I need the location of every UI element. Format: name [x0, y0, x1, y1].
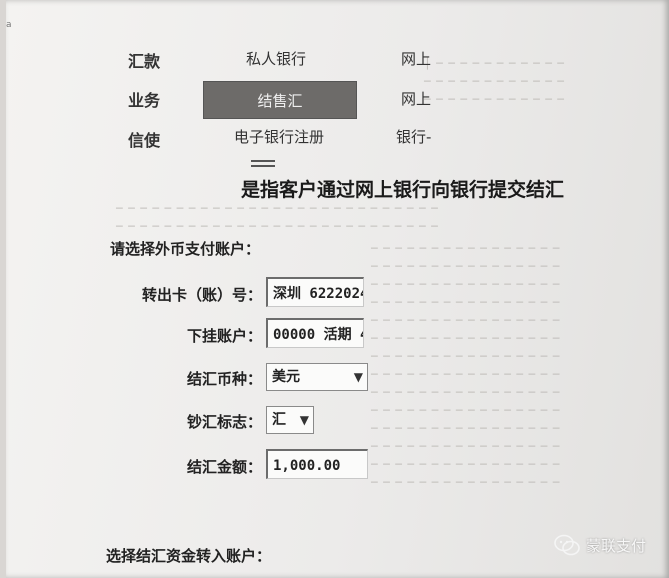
currency-label: 结汇币种： — [186, 370, 262, 388]
destination-account-title: 选择结汇资金转入账户： — [106, 547, 272, 565]
cash-flag-label: 钞汇标志： — [186, 413, 262, 431]
description-headline: 是指客户通过网上银行向银行提交结汇 — [241, 179, 565, 201]
nav-item-fx-settlement[interactable]: 结售汇 — [203, 81, 357, 119]
chevron-down-icon[interactable]: ▼ — [300, 407, 309, 433]
cash-flag-value: 汇 — [272, 412, 286, 428]
bleed-through-text: ─ ─ ─ ─ ─ ─ ─ ─ ─ ─ ─ ─ ─ ─ ─ ─ ─ ─ ─ ─ … — [371, 242, 561, 489]
card-number-label: 转出卡（账）号： — [141, 286, 262, 304]
currency-select[interactable]: 美元 ▼ — [266, 363, 368, 391]
bleed-through-text: ─ ─ ─ ─ ─ ─ ─ ─ ─ ─ ─ ─ ─ ─ ─ ─ ─ ─ ─ ─ … — [116, 202, 439, 233]
nav-item-fx-settlement-label: 结售汇 — [257, 91, 303, 110]
sub-account-field[interactable]: 00000 活期 4 — [266, 318, 364, 348]
card-number-value: 深圳 6222024 — [273, 286, 364, 302]
nav-item-ebank-register[interactable]: 电子银行注册 — [234, 126, 324, 147]
nav-item-messenger[interactable]: 信使 — [128, 127, 160, 151]
amount-field[interactable]: 1,000.00 — [266, 449, 368, 479]
watermark: 蒙联支付 — [554, 534, 646, 556]
menu-divider — [251, 160, 275, 167]
sub-account-label: 下挂账户： — [186, 327, 262, 345]
nav-item-remittance[interactable]: 汇款 — [128, 48, 160, 72]
sub-account-value: 00000 活期 4 — [273, 327, 364, 343]
currency-value: 美元 — [272, 369, 300, 385]
card-number-field[interactable]: 深圳 6222024 — [266, 277, 364, 307]
payment-account-title: 请选择外币支付账户： — [110, 240, 261, 258]
page-edge-mark: a — [6, 20, 12, 30]
cash-flag-select[interactable]: 汇 ▼ — [266, 406, 314, 434]
wechat-icon — [554, 534, 580, 556]
book-page: a │ ─ ─ ─ ─ ─ ─ ─ ─ ─ ─ ─ ─ ─ ─ ─ ─ ─ ─ … — [6, 0, 669, 578]
nav-item-online-1[interactable]: 网上 — [401, 48, 431, 69]
nav-item-private-banking[interactable]: 私人银行 — [246, 48, 306, 69]
nav-item-business[interactable]: 业务 — [128, 87, 160, 111]
chevron-down-icon[interactable]: ▼ — [354, 364, 363, 390]
nav-item-bank[interactable]: 银行- — [396, 126, 431, 147]
amount-label: 结汇金额： — [186, 458, 262, 476]
amount-value: 1,000.00 — [273, 458, 341, 474]
bleed-through-text: │ ─ ─ ─ ─ ─ ─ ─ ─ ─ ─ ─ ─ ─ ─ ─ ─ ─ ─ ─ … — [424, 57, 565, 106]
nav-item-online-2[interactable]: 网上 — [401, 88, 431, 109]
watermark-text: 蒙联支付 — [586, 536, 647, 555]
